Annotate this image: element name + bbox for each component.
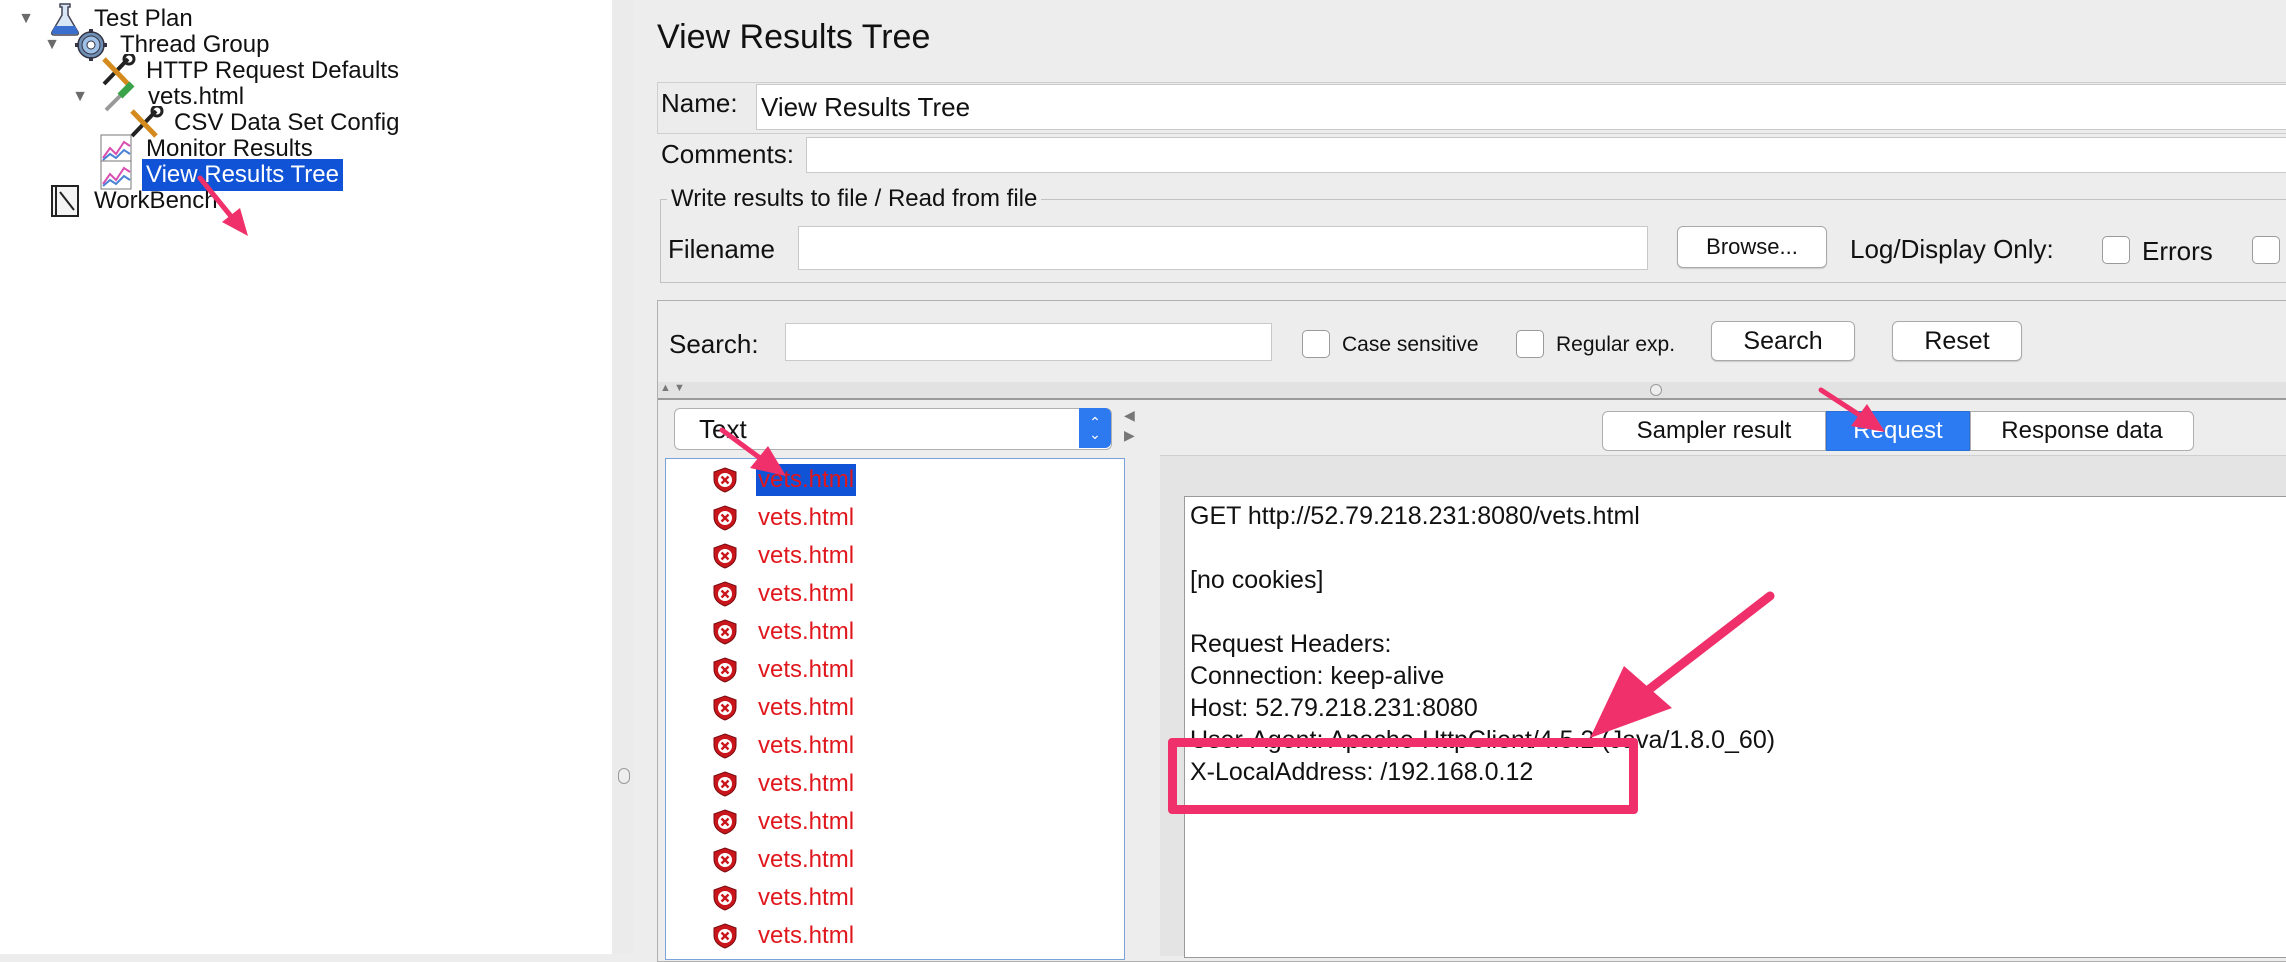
search-input[interactable] xyxy=(785,323,1272,361)
sample-label: vets.html xyxy=(758,884,855,911)
comments-field[interactable] xyxy=(806,137,2286,173)
error-shield-icon xyxy=(713,657,737,683)
sample-list-item[interactable]: vets.html xyxy=(712,691,856,725)
reset-button[interactable]: Reset xyxy=(1892,321,2022,361)
sample-list-item[interactable]: vets.html xyxy=(712,729,856,763)
result-tabs: Sampler result Request Response data xyxy=(1602,411,2194,451)
sample-list-item[interactable]: vets.html xyxy=(712,919,856,953)
sample-label: vets.html xyxy=(758,618,855,645)
annotation-arrow-icon xyxy=(719,427,786,476)
browse-button[interactable]: Browse... xyxy=(1677,226,1827,268)
sample-list-item[interactable]: vets.html xyxy=(712,767,856,801)
search-button[interactable]: Search xyxy=(1711,321,1855,361)
sample-label: vets.html xyxy=(758,770,855,797)
errors-label: Errors xyxy=(2142,236,2213,266)
error-shield-icon xyxy=(713,885,737,911)
sample-list-item[interactable]: vets.html xyxy=(712,577,856,611)
sample-label: vets.html xyxy=(758,922,855,949)
collapse-arrows-icon[interactable]: ▲ ▼ xyxy=(660,382,685,394)
notebook-icon xyxy=(51,185,79,217)
successes-checkbox[interactable] xyxy=(2252,236,2280,264)
tab-sampler-result[interactable]: Sampler result xyxy=(1602,411,1826,451)
header-connection: Connection: keep-alive xyxy=(1190,662,1445,690)
collapse-triangle-icon[interactable]: ▼ xyxy=(40,33,64,57)
header-host: Host: 52.79.218.231:8080 xyxy=(1190,694,1478,722)
error-shield-icon xyxy=(713,505,737,531)
regular-exp-label: Regular exp. xyxy=(1556,333,1676,356)
annotation-arrow-icon xyxy=(1818,387,1885,432)
error-shield-icon xyxy=(713,543,737,569)
annotation-arrow-icon xyxy=(1590,591,1775,738)
highlight-box xyxy=(1168,738,1638,814)
sample-label: vets.html xyxy=(758,732,855,759)
comments-label: Comments: xyxy=(661,139,794,169)
test-plan-tree: ▼ Test Plan ▼ Thread Group HTTP Request … xyxy=(0,0,613,954)
cookies-line: [no cookies] xyxy=(1190,566,1324,594)
group-title: Write results to file / Read from file xyxy=(671,185,1038,212)
divider-grip-icon[interactable] xyxy=(1650,384,1662,396)
filename-label: Filename xyxy=(668,234,775,264)
errors-checkbox[interactable] xyxy=(2102,236,2130,264)
tab-response-data[interactable]: Response data xyxy=(1970,411,2194,451)
page-title: View Results Tree xyxy=(657,18,931,56)
search-label: Search: xyxy=(669,329,759,359)
request-line: GET http://52.79.218.231:8080/vets.html xyxy=(1190,502,1640,530)
sample-list-item[interactable]: vets.html xyxy=(712,653,856,687)
error-shield-icon xyxy=(713,581,737,607)
name-field[interactable]: View Results Tree xyxy=(756,84,2286,130)
sample-label: vets.html xyxy=(758,846,855,873)
error-shield-icon xyxy=(713,847,737,873)
sample-label: vets.html xyxy=(758,808,855,835)
divider-line xyxy=(658,398,2286,400)
error-shield-icon xyxy=(713,733,737,759)
sample-list-item[interactable]: vets.html xyxy=(712,881,856,915)
error-shield-icon xyxy=(713,695,737,721)
annotation-arrow-icon xyxy=(197,175,248,236)
sample-list-item[interactable]: vets.html xyxy=(712,501,856,535)
split-pane-divider[interactable] xyxy=(612,0,635,954)
headers-title: Request Headers: xyxy=(1190,630,1392,658)
name-label: Name: xyxy=(661,88,738,118)
sample-label: vets.html xyxy=(758,580,855,607)
error-shield-icon xyxy=(713,619,737,645)
name-field-value: View Results Tree xyxy=(761,91,971,122)
select-arrows-icon: ⌃ ⌄ xyxy=(1079,408,1111,448)
splitter-grip-icon[interactable] xyxy=(618,768,630,784)
pane-arrows-icon[interactable]: ◀ ▶ xyxy=(1124,405,1135,445)
filename-input[interactable] xyxy=(798,226,1648,270)
error-shield-icon xyxy=(713,771,737,797)
error-shield-icon xyxy=(713,923,737,949)
collapse-triangle-icon[interactable]: ▼ xyxy=(68,85,92,109)
sample-label: vets.html xyxy=(758,542,855,569)
sample-list-item[interactable]: vets.html xyxy=(712,539,856,573)
sample-list-item[interactable]: vets.html xyxy=(712,805,856,839)
sample-list-item[interactable]: vets.html xyxy=(712,843,856,877)
sample-list-item[interactable]: vets.html xyxy=(712,615,856,649)
log-display-only-label: Log/Display Only: xyxy=(1850,234,2054,264)
regular-exp-checkbox[interactable] xyxy=(1516,330,1544,358)
case-sensitive-label: Case sensitive xyxy=(1342,333,1479,356)
sample-label: vets.html xyxy=(758,504,855,531)
error-shield-icon xyxy=(713,809,737,835)
sample-label: vets.html xyxy=(758,694,855,721)
case-sensitive-checkbox[interactable] xyxy=(1302,330,1330,358)
collapse-triangle-icon[interactable]: ▼ xyxy=(14,7,38,31)
sample-label: vets.html xyxy=(758,656,855,683)
